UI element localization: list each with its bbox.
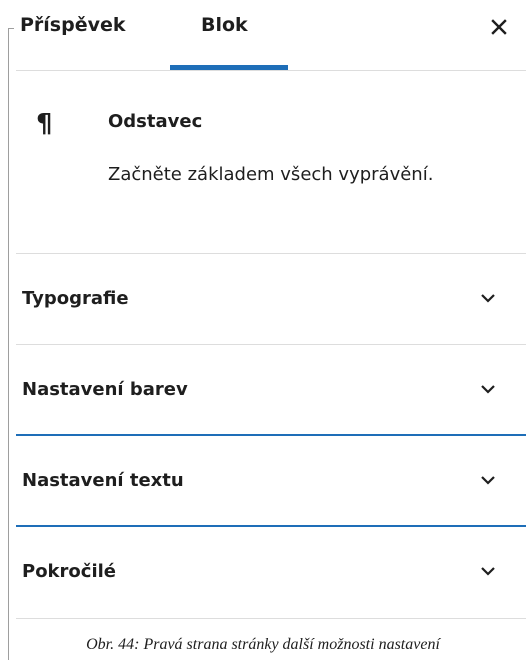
block-card: ¶ Odstavec Začněte základem všech vypráv… (16, 71, 526, 254)
sidebar-tabs: Příspěvek Blok (16, 0, 526, 71)
panel-color-settings[interactable]: Nastavení barev (16, 345, 526, 436)
chevron-down-icon (481, 385, 495, 394)
margin-rule (8, 28, 9, 660)
panel-typography[interactable]: Typografie (16, 254, 526, 345)
block-description: Začněte základem všech vyprávění. (108, 164, 434, 185)
panel-advanced[interactable]: Pokročilé (16, 527, 526, 619)
chevron-down-icon (481, 567, 495, 576)
active-tab-indicator (170, 65, 288, 70)
settings-sidebar: Příspěvek Blok ¶ Odstavec Začněte základ… (16, 0, 526, 630)
close-icon[interactable] (486, 14, 512, 40)
chevron-down-icon (481, 294, 495, 303)
panel-advanced-label: Pokročilé (22, 561, 116, 582)
chevron-down-icon (481, 476, 495, 485)
panel-text-settings-label: Nastavení textu (22, 470, 184, 491)
panel-color-settings-label: Nastavení barev (22, 379, 188, 400)
figure-caption: Obr. 44: Pravá strana stránky další možn… (86, 636, 440, 653)
tab-post[interactable]: Příspěvek (20, 14, 126, 36)
pilcrow-icon: ¶ (36, 109, 53, 139)
panel-typography-label: Typografie (22, 288, 129, 309)
tab-block[interactable]: Blok (201, 14, 248, 36)
block-title: Odstavec (108, 111, 203, 132)
margin-rule-tick (8, 28, 14, 29)
panel-text-settings[interactable]: Nastavení textu (16, 436, 526, 527)
